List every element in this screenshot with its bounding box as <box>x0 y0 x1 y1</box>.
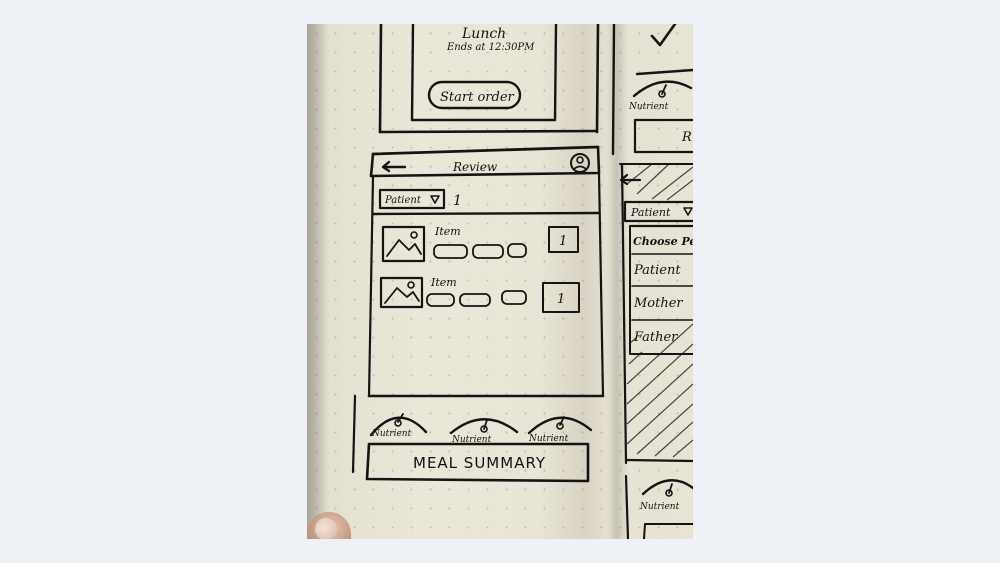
item-label: Item <box>430 276 457 289</box>
thumbnail-nail <box>315 518 337 539</box>
item-quantity: 1 <box>557 292 565 307</box>
nutrient-gauge: Nutrient <box>369 413 428 439</box>
triangle-down-icon <box>430 195 440 204</box>
menu-header: Choose Pers <box>633 235 693 248</box>
person-dropdown-label: Patient <box>384 195 422 206</box>
nutrient-label: Nutrient <box>628 102 669 112</box>
start-order-label: Start order <box>440 90 515 105</box>
nutrient-gauge: Nutrient <box>527 416 593 444</box>
notebook-photo: Lunch Ends at 12:30PM Start order Review <box>307 24 693 539</box>
item-quantity: 1 <box>559 234 567 249</box>
meal-title: Lunch <box>461 26 506 42</box>
right-nutrient-gauge: Nutrient <box>628 80 693 112</box>
user-circle-icon[interactable] <box>570 153 590 173</box>
nutrient-label: Nutrient <box>639 502 680 512</box>
nutrient-label: Nutrient <box>371 429 412 439</box>
meal-summary-label: MEAL SUMMARY <box>413 454 546 472</box>
person-dropdown[interactable]: Patient <box>378 188 446 210</box>
right-dropdown-label: Patient <box>630 206 671 219</box>
attribute-pill <box>472 244 504 259</box>
person-menu: Choose Pers Patient Mother Father <box>628 224 693 355</box>
meal-deadline: Ends at 12:30PM <box>446 42 535 53</box>
arrow-left-icon <box>381 160 407 173</box>
nutrient-gauge: Nutrient <box>449 418 519 445</box>
menu-item-patient[interactable]: Patient <box>633 263 681 278</box>
attribute-pill <box>433 244 468 259</box>
right-action-button[interactable]: R <box>633 118 693 154</box>
attribute-pill <box>426 293 455 307</box>
item-label: Item <box>434 225 461 238</box>
attribute-pill <box>501 290 527 305</box>
button-fragment-label: R <box>681 130 692 145</box>
image-placeholder-icon <box>381 225 426 263</box>
nutrient-label: Nutrient <box>528 434 569 444</box>
attribute-pill <box>459 293 491 307</box>
person-count: 1 <box>453 193 462 209</box>
start-order-button[interactable]: Start order <box>427 80 522 110</box>
review-title: Review <box>452 160 498 174</box>
image-placeholder-icon <box>379 276 424 309</box>
meal-summary-button[interactable]: MEAL SUMMARY <box>365 442 590 483</box>
right-person-dropdown[interactable]: Patient <box>623 200 693 223</box>
menu-item-father[interactable]: Father <box>633 330 678 345</box>
list-item[interactable]: Item 1 <box>381 225 579 263</box>
list-item[interactable]: Item 1 <box>379 276 580 313</box>
right-bottom-gauge: Nutrient <box>639 479 693 539</box>
triangle-down-icon <box>683 207 693 216</box>
sketch-drawing: Lunch Ends at 12:30PM Start order Review <box>351 24 693 539</box>
back-button[interactable] <box>381 160 407 173</box>
attribute-pill <box>507 243 527 258</box>
menu-item-mother[interactable]: Mother <box>633 296 683 311</box>
